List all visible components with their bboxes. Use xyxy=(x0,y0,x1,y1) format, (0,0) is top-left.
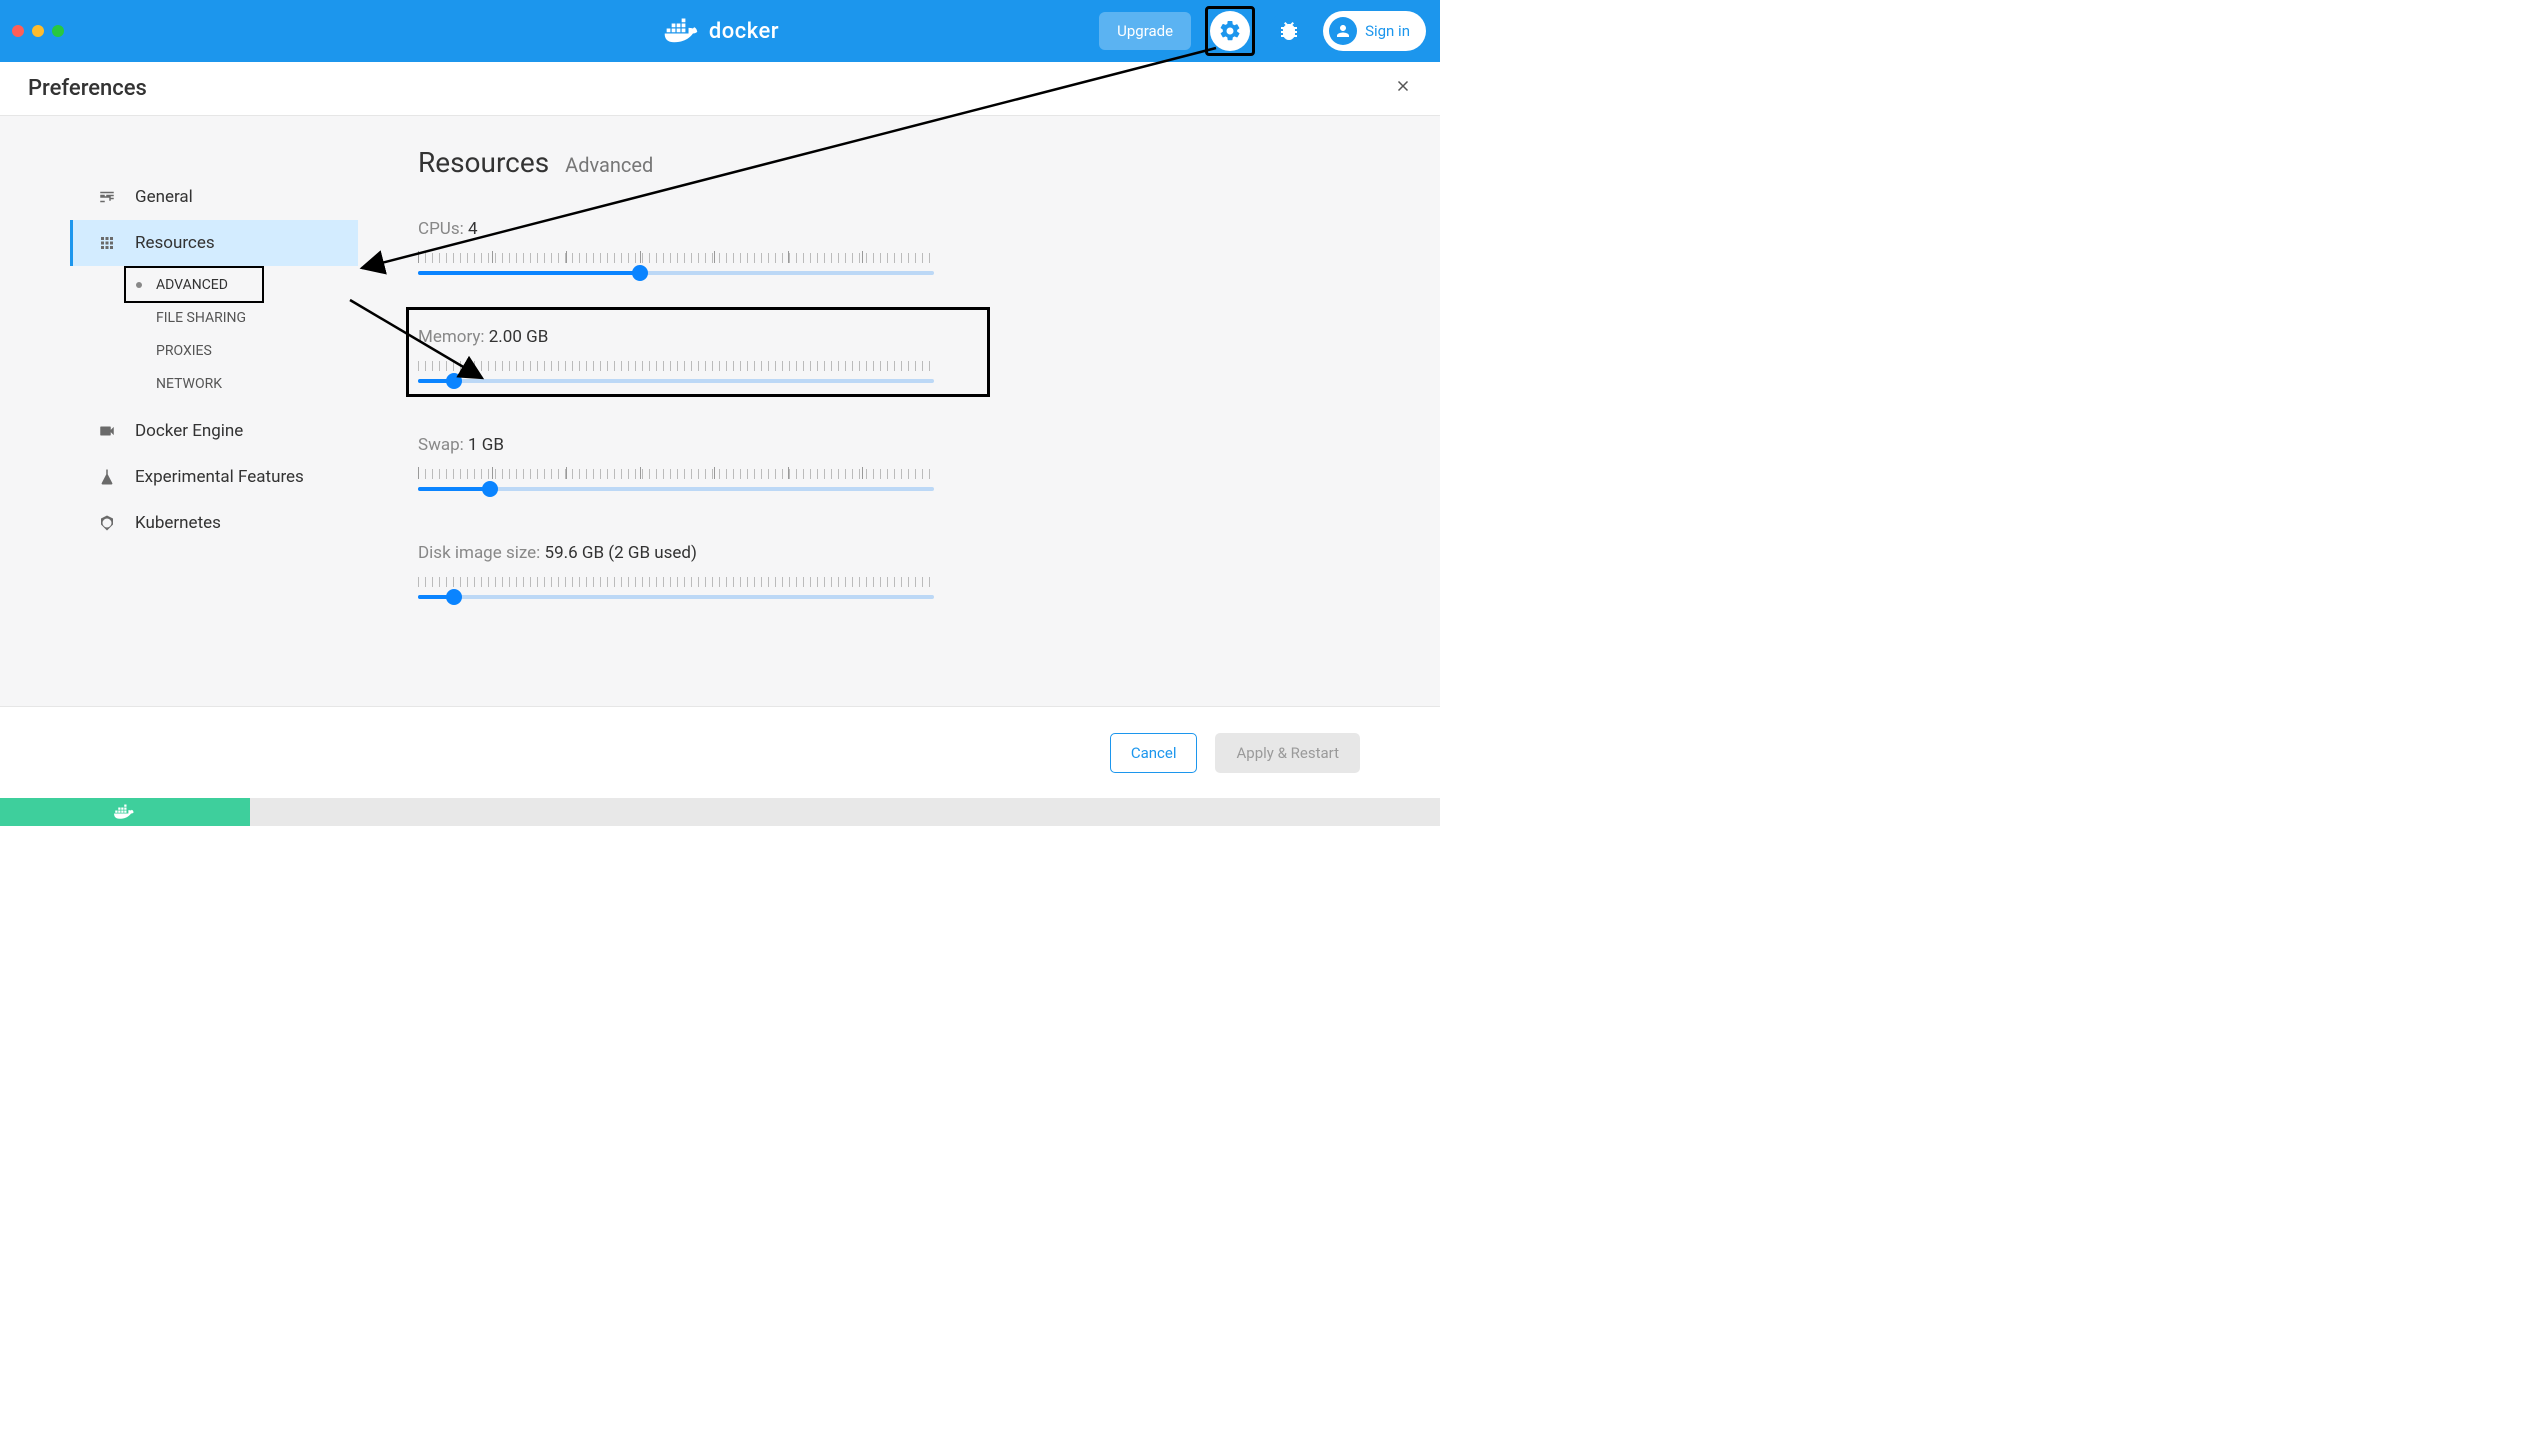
kubernetes-icon xyxy=(97,513,117,533)
sidebar-item-label: Kubernetes xyxy=(135,513,221,533)
sidebar-item-label: Experimental Features xyxy=(135,467,304,487)
bottom-tabstrip xyxy=(0,798,1440,826)
signin-button[interactable]: Sign in xyxy=(1323,11,1426,51)
close-button[interactable] xyxy=(1394,76,1412,101)
sidebar-item-kubernetes[interactable]: Kubernetes xyxy=(70,500,358,546)
setting-value: 4 xyxy=(468,219,478,239)
sidebar-subitem-advanced[interactable]: ADVANCED xyxy=(70,268,358,301)
minimize-window-button[interactable] xyxy=(32,25,44,37)
setting-name: CPUs: xyxy=(418,219,464,239)
content-panel: Resources Advanced CPUs: 4 Memory: xyxy=(358,146,978,651)
person-icon xyxy=(1334,22,1352,40)
apply-restart-button: Apply & Restart xyxy=(1215,733,1360,773)
sidebar-subitem-label: NETWORK xyxy=(156,376,222,392)
user-avatar-icon xyxy=(1329,17,1357,45)
window-controls xyxy=(12,25,64,37)
heading-main: Resources xyxy=(418,146,549,179)
sidebar-item-experimental[interactable]: Experimental Features xyxy=(70,454,358,500)
close-window-button[interactable] xyxy=(12,25,24,37)
setting-value: 1 GB xyxy=(468,435,504,455)
setting-value: 2.00 GB xyxy=(489,327,549,347)
content-heading: Resources Advanced xyxy=(418,146,978,179)
sidebar-subitem-proxies[interactable]: PROXIES xyxy=(70,334,358,367)
sidebar-item-general[interactable]: General xyxy=(70,174,358,220)
setting-disk: Disk image size: 59.6 GB (2 GB used) xyxy=(418,543,978,599)
title-bar: docker Upgrade Sign in xyxy=(0,0,1440,62)
close-icon xyxy=(1394,77,1412,95)
header-actions: Upgrade Sign in xyxy=(1099,6,1426,56)
cancel-button[interactable]: Cancel xyxy=(1110,733,1198,773)
setting-value: 59.6 GB (2 GB used) xyxy=(545,543,697,563)
sidebar-item-resources[interactable]: Resources xyxy=(70,220,358,266)
sliders-icon xyxy=(97,187,117,207)
sidebar-subitem-label: PROXIES xyxy=(156,343,212,359)
upgrade-button[interactable]: Upgrade xyxy=(1099,12,1191,50)
sidebar-subitem-filesharing[interactable]: FILE SHARING xyxy=(70,301,358,334)
troubleshoot-button[interactable] xyxy=(1269,11,1309,51)
sidebar-item-label: General xyxy=(135,187,193,207)
sidebar-item-label: Docker Engine xyxy=(135,421,243,441)
setting-name: Disk image size: xyxy=(418,543,540,563)
camera-icon xyxy=(97,421,117,441)
cpus-slider[interactable] xyxy=(418,253,934,275)
preferences-header: Preferences xyxy=(0,62,1440,116)
bug-icon xyxy=(1277,19,1301,43)
signin-label: Sign in xyxy=(1365,22,1410,40)
annotation-box-memory xyxy=(406,307,990,397)
docker-whale-icon xyxy=(661,16,705,46)
sidebar-subitem-label: FILE SHARING xyxy=(156,310,246,326)
docker-whale-icon xyxy=(112,803,138,821)
setting-name: Swap: xyxy=(418,435,464,455)
preferences-body: General Resources ADVANCED FILE SHARING xyxy=(0,116,1440,706)
disk-slider[interactable] xyxy=(418,577,934,599)
sidebar-subitem-label: ADVANCED xyxy=(156,277,228,293)
sidebar: General Resources ADVANCED FILE SHARING xyxy=(70,146,358,651)
brand-text: docker xyxy=(709,19,779,44)
swap-slider[interactable] xyxy=(418,469,934,491)
bullet-icon xyxy=(136,282,142,288)
settings-button[interactable] xyxy=(1210,11,1250,51)
setting-name: Memory: xyxy=(418,327,485,347)
setting-memory: Memory: 2.00 GB xyxy=(418,327,978,383)
heading-sub: Advanced xyxy=(565,153,653,177)
page-title: Preferences xyxy=(28,76,147,101)
brand-logo: docker xyxy=(661,16,779,46)
setting-swap: Swap: 1 GB xyxy=(418,435,978,491)
sidebar-item-docker-engine[interactable]: Docker Engine xyxy=(70,408,358,454)
resources-submenu: ADVANCED FILE SHARING PROXIES NETWORK xyxy=(70,268,358,400)
footer-bar: Cancel Apply & Restart xyxy=(0,706,1440,798)
setting-cpus: CPUs: 4 xyxy=(418,219,978,275)
sidebar-subitem-network[interactable]: NETWORK xyxy=(70,367,358,400)
stack-icon xyxy=(97,233,117,253)
zoom-window-button[interactable] xyxy=(52,25,64,37)
annotation-box-gear xyxy=(1205,6,1255,56)
docker-tab[interactable] xyxy=(0,798,250,826)
gear-icon xyxy=(1218,19,1242,43)
flask-icon xyxy=(97,467,117,487)
memory-slider[interactable] xyxy=(418,361,934,383)
sidebar-item-label: Resources xyxy=(135,233,215,253)
